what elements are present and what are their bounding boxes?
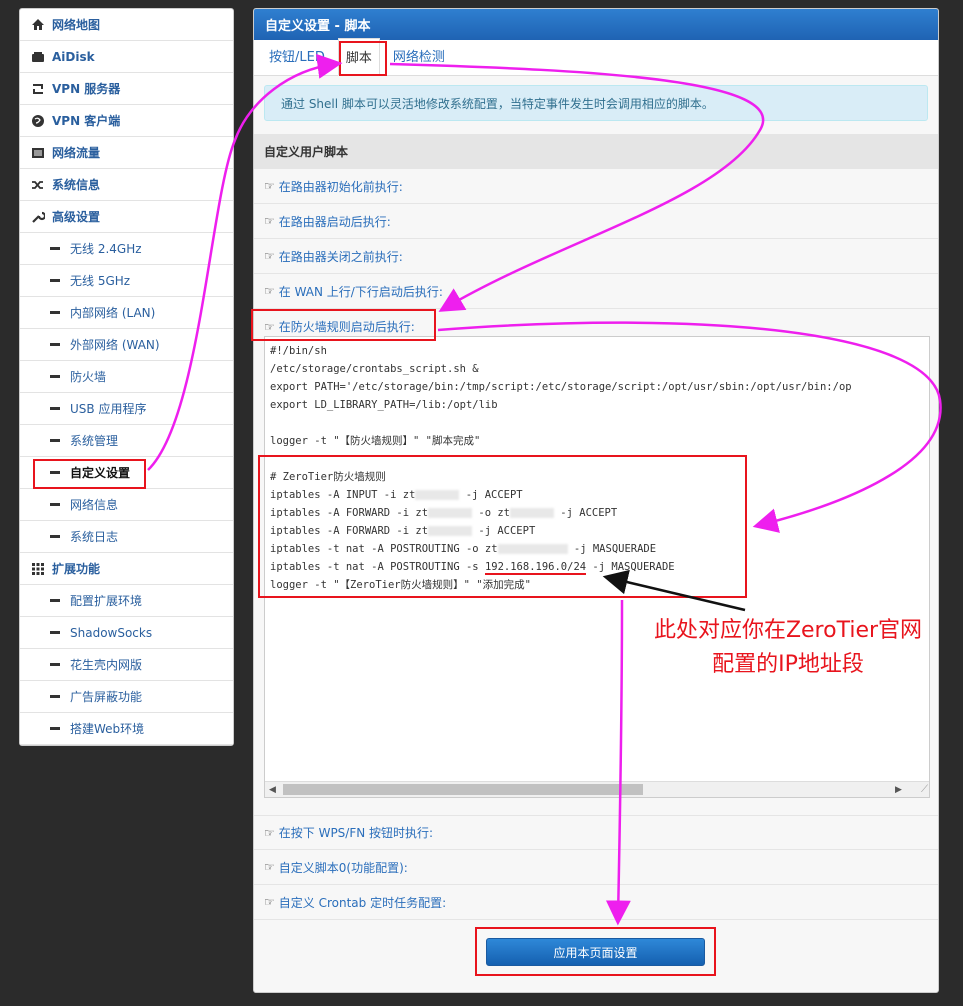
arrow-tab-to-firewall-row <box>389 62 765 312</box>
arrow-rules-to-apply <box>605 599 631 926</box>
arrow-note-to-ip <box>602 569 746 612</box>
arrow-sidebar-to-tab <box>147 53 343 471</box>
arrow-row-to-rules <box>437 321 942 533</box>
annotation-line-1: 此处对应你在ZeroTier官网 <box>653 618 923 643</box>
annotation-note: 此处对应你在ZeroTier官网 配置的IP地址段 <box>638 614 938 682</box>
annotation-arrows <box>147 53 942 926</box>
annotation-line-2: 配置的IP地址段 <box>712 652 864 677</box>
